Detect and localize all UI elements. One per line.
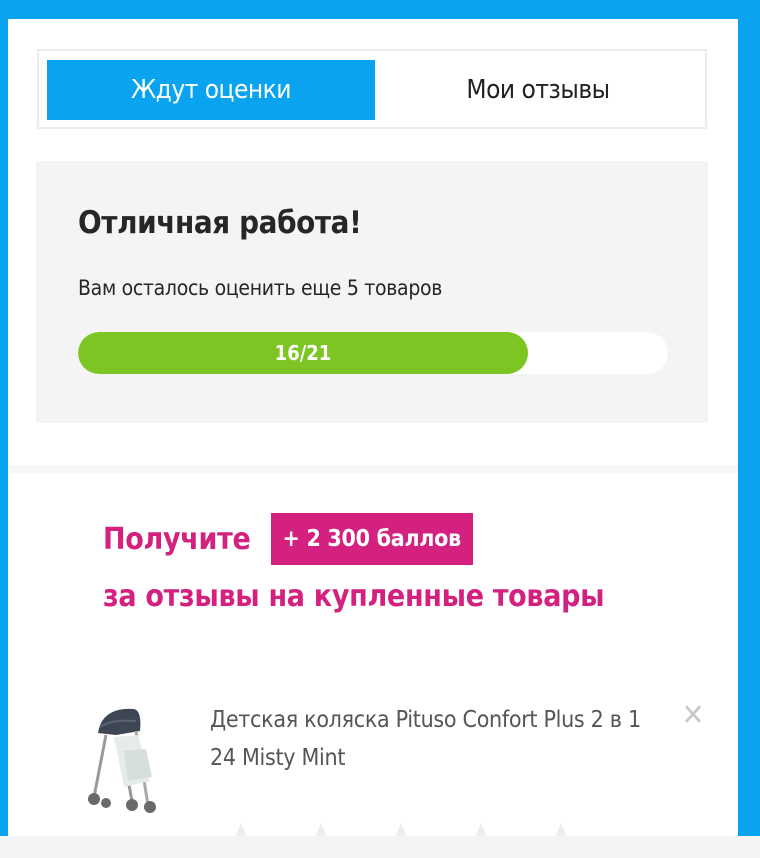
close-icon[interactable]: ✕ (678, 701, 708, 731)
tab-awaiting-review[interactable]: Ждут оценки (47, 60, 375, 120)
product-item: Детская коляска Pituso Confort Plus 2 в … (8, 679, 738, 858)
bottom-bar (0, 836, 760, 858)
promo-line-2: за отзывы на купленные товары (103, 579, 605, 614)
tab-my-reviews[interactable]: Мои отзывы (375, 60, 701, 120)
progress-bar: 16/21 (78, 332, 668, 374)
promo-line-1: Получите + 2 300 баллов (103, 513, 473, 565)
tabs-bar: Ждут оценки Мои отзывы (37, 49, 707, 129)
product-name[interactable]: Детская коляска Pituso Confort Plus 2 в … (210, 701, 650, 777)
section-divider (8, 465, 738, 473)
progress-panel: Отличная работа! Вам осталось оценить ещ… (36, 161, 708, 423)
reviews-card: Ждут оценки Мои отзывы Отличная работа! … (8, 19, 738, 858)
progress-subtitle: Вам осталось оценить еще 5 товаров (78, 276, 443, 300)
promo-prefix: Получите (103, 521, 251, 557)
progress-title: Отличная работа! (78, 205, 362, 241)
progress-label: 16/21 (274, 341, 332, 365)
stroller-image[interactable] (76, 697, 176, 815)
points-badge: + 2 300 баллов (270, 513, 473, 565)
